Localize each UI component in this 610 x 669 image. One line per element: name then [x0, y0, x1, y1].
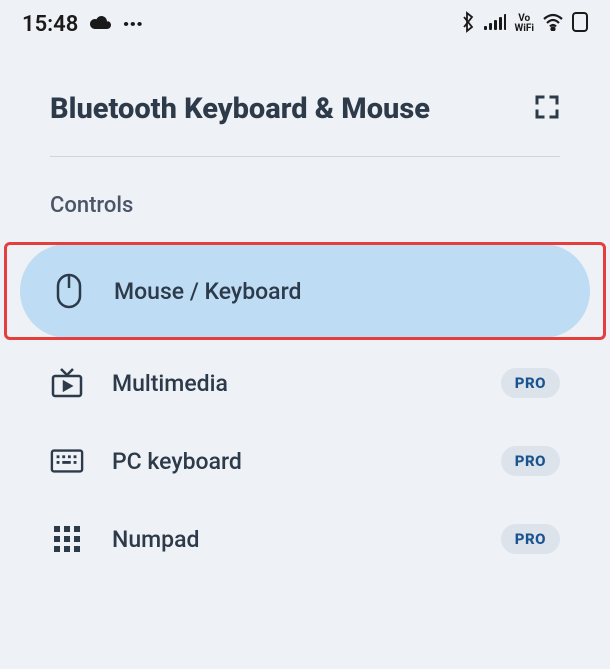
status-bar: 15:48 ··· VoWiFi [0, 0, 610, 42]
vowifi-icon: VoWiFi [514, 14, 534, 34]
item-label: Multimedia [112, 370, 473, 397]
page-title: Bluetooth Keyboard & Mouse [50, 92, 430, 126]
list-item-pc-keyboard[interactable]: PC keyboard PRO [10, 422, 600, 500]
more-icon: ··· [122, 10, 142, 38]
item-label: Numpad [112, 526, 473, 553]
cloud-icon [88, 14, 112, 34]
wifi-icon [542, 13, 564, 35]
item-label: PC keyboard [112, 448, 473, 475]
fullscreen-icon[interactable] [534, 94, 560, 124]
pro-badge: PRO [501, 368, 560, 398]
list-item-multimedia[interactable]: Multimedia PRO [10, 344, 600, 422]
item-label: Mouse / Keyboard [114, 278, 558, 305]
numpad-icon [50, 522, 84, 556]
signal-icon [484, 13, 506, 35]
controls-list: Mouse / Keyboard Multimedia PRO PC keybo… [0, 244, 610, 578]
mouse-icon [52, 274, 86, 308]
pro-badge: PRO [501, 446, 560, 476]
tv-play-icon [50, 366, 84, 400]
section-label: Controls [0, 157, 610, 238]
list-item-mouse-keyboard[interactable]: Mouse / Keyboard [20, 244, 590, 338]
list-item-numpad[interactable]: Numpad PRO [10, 500, 600, 578]
bluetooth-icon [460, 11, 476, 37]
keyboard-icon [50, 444, 84, 478]
status-time: 15:48 [22, 12, 78, 37]
pro-badge: PRO [501, 524, 560, 554]
status-left: 15:48 ··· [22, 10, 142, 38]
battery-icon [572, 12, 588, 36]
status-right: VoWiFi [460, 11, 588, 37]
header: Bluetooth Keyboard & Mouse [0, 42, 610, 156]
